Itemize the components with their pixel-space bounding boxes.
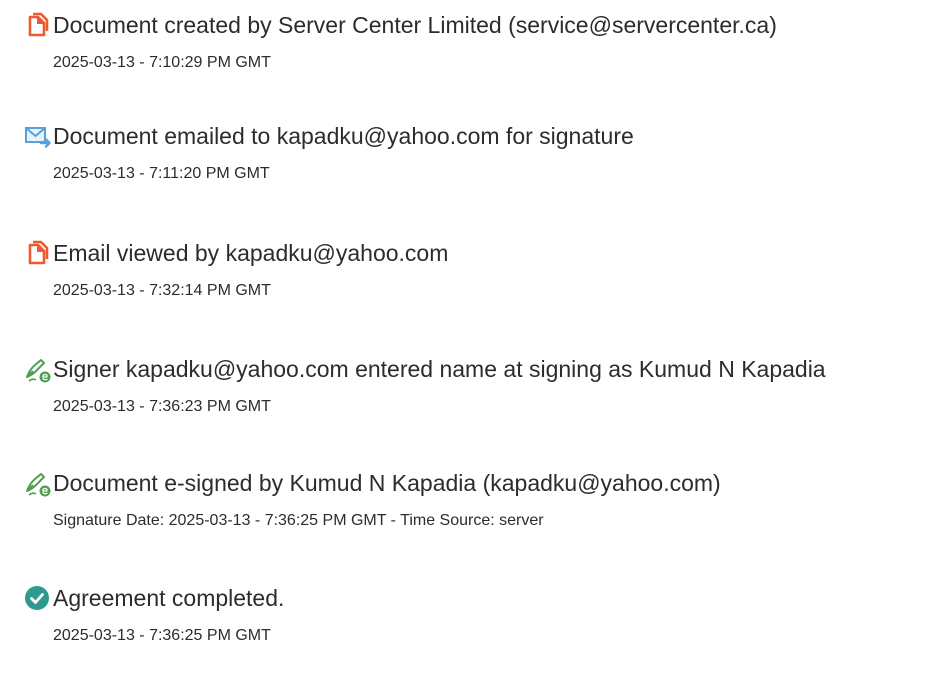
audit-event: Agreement completed. 2025-03-13 - 7:36:2…: [0, 583, 945, 683]
email-viewed-icon: [24, 240, 52, 268]
event-timestamp: 2025-03-13 - 7:11:20 PM GMT: [53, 165, 270, 182]
document-created-icon: [24, 12, 52, 40]
audit-event: Document created by Server Center Limite…: [0, 10, 945, 110]
event-timestamp: 2025-03-13 - 7:10:29 PM GMT: [53, 54, 271, 71]
agreement-completed-icon: [24, 585, 52, 613]
signer-name-icon: [24, 356, 52, 384]
event-title: Document emailed to kapadku@yahoo.com fo…: [53, 123, 634, 149]
audit-event: Document emailed to kapadku@yahoo.com fo…: [0, 121, 945, 221]
event-title: Email viewed by kapadku@yahoo.com: [53, 240, 449, 266]
event-timestamp: Signature Date: 2025-03-13 - 7:36:25 PM …: [53, 512, 544, 529]
email-sent-icon: [24, 123, 52, 151]
audit-event: Document e-signed by Kumud N Kapadia (ka…: [0, 468, 945, 568]
event-title: Document created by Server Center Limite…: [53, 12, 777, 38]
e-signed-icon: [24, 470, 52, 498]
event-timestamp: 2025-03-13 - 7:36:23 PM GMT: [53, 398, 271, 415]
event-title: Agreement completed.: [53, 585, 285, 611]
event-timestamp: 2025-03-13 - 7:32:14 PM GMT: [53, 282, 271, 299]
event-title: Signer kapadku@yahoo.com entered name at…: [53, 356, 826, 382]
audit-event: Signer kapadku@yahoo.com entered name at…: [0, 354, 945, 454]
event-title: Document e-signed by Kumud N Kapadia (ka…: [53, 470, 721, 496]
audit-event: Email viewed by kapadku@yahoo.com 2025-0…: [0, 238, 945, 338]
event-timestamp: 2025-03-13 - 7:36:25 PM GMT: [53, 627, 271, 644]
